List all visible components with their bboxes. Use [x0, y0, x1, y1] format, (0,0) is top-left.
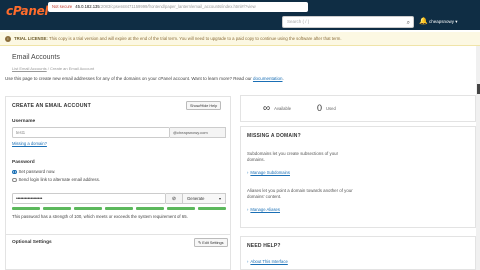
about-interface-link[interactable]: › About This Interface	[247, 259, 288, 264]
available-value: ∞	[263, 103, 271, 114]
top-bar: cPanel Not secure 45.0.182.135:2083/cpses…	[0, 0, 480, 30]
intro-text: Use this page to create new email addres…	[5, 76, 284, 81]
bell-icon[interactable]: 🔔	[419, 17, 428, 25]
radio-selected-icon[interactable]	[12, 169, 17, 175]
documentation-link[interactable]: documentation	[253, 76, 283, 81]
subdomains-text: Subdomains let you create subsections of…	[247, 151, 339, 162]
password-strength-text: This password has a strength of 100, whi…	[12, 214, 188, 219]
stat-available: ∞ Available	[263, 103, 291, 114]
search-placeholder: Search ( / )	[287, 19, 310, 24]
scrollbar-thumb[interactable]	[476, 84, 480, 94]
arrow-right-icon: ›	[247, 259, 249, 264]
url-host: 45.0.182.135	[75, 4, 100, 9]
optional-settings-title: Optional Settings	[12, 240, 52, 245]
stat-used: 0 Used	[317, 103, 336, 113]
divider	[6, 234, 230, 235]
strength-segment	[74, 207, 102, 210]
trial-label: TRIAL LICENSE:	[14, 36, 48, 41]
caret-down-icon: ▾	[218, 196, 221, 201]
user-menu[interactable]: cheapsnowy ▾	[429, 19, 458, 25]
arrow-right-icon: ›	[247, 207, 249, 212]
strength-segment	[105, 207, 133, 210]
generate-label: Generate	[187, 196, 205, 201]
aliases-text: Aliases let you point a domain towards a…	[247, 188, 353, 199]
manage-aliases-link[interactable]: › Manage Aliases	[247, 207, 280, 212]
account-stats: ∞ Available 0 Used	[240, 95, 476, 122]
manage-aliases-label[interactable]: Manage Aliases	[250, 207, 280, 212]
password-strength-meter	[12, 207, 226, 210]
used-label: Used	[326, 105, 336, 111]
card-title: CREATE AN EMAIL ACCOUNT	[12, 103, 91, 109]
radio-send-login-label: Send login link to alternate email addre…	[18, 177, 101, 182]
manage-subdomains-label[interactable]: Manage Subdomains	[250, 170, 290, 175]
trial-banner: i TRIAL LICENSE: This copy is a trial ver…	[0, 32, 480, 46]
intro-end: .	[282, 76, 284, 81]
intro-body: Use this page to create new email addres…	[5, 76, 253, 81]
breadcrumb-list-link[interactable]: List Email Accounts	[12, 66, 47, 71]
radio-set-password-now[interactable]: Set password now.	[12, 169, 56, 175]
used-value: 0	[317, 103, 323, 113]
missing-domain-link[interactable]: Missing a domain?	[12, 141, 47, 146]
missing-domain-title: MISSING A DOMAIN?	[247, 133, 301, 139]
password-label: Password	[12, 160, 35, 165]
username-input[interactable]: test1	[12, 127, 170, 138]
strength-segment	[198, 207, 226, 210]
missing-domain-panel: MISSING A DOMAIN? Subdomains let you cre…	[240, 126, 476, 228]
info-icon: i	[5, 35, 11, 42]
strength-segment	[167, 207, 195, 210]
search-icon[interactable]: ⌕	[407, 18, 410, 28]
url-path: :2083/cpsess8471159999/frontend/paper_la…	[99, 4, 256, 9]
generate-button[interactable]: Generate ▾	[183, 193, 226, 204]
search-input[interactable]: Search ( / ) ⌕	[282, 16, 414, 28]
page-scrollbar[interactable]	[476, 46, 480, 270]
need-help-title: NEED HELP?	[247, 243, 281, 249]
radio-unselected-icon[interactable]	[12, 177, 17, 183]
manage-subdomains-link[interactable]: › Manage Subdomains	[247, 170, 290, 175]
about-interface-label[interactable]: About This Interface	[250, 259, 287, 264]
radio-set-now-label: Set password now.	[18, 169, 56, 174]
trial-text: This copy is a trial version and will ex…	[48, 36, 342, 41]
strength-segment	[136, 207, 164, 210]
cpanel-logo[interactable]: cPanel	[6, 4, 49, 18]
page-title: Email Accounts	[12, 54, 60, 61]
breadcrumb-current: Create an Email Account	[50, 66, 95, 71]
need-help-panel: NEED HELP? › About This Interface	[240, 236, 476, 270]
domain-selector[interactable]: @cheapsnowy.com	[170, 127, 226, 138]
address-bar[interactable]: Not secure 45.0.182.135:2083/cpsess847115…	[48, 2, 308, 12]
eye-slash-icon[interactable]: ⊘	[166, 193, 183, 204]
arrow-right-icon: ›	[247, 170, 249, 175]
password-input[interactable]: ••••••••••••••••••	[12, 193, 166, 204]
show-hide-help-button[interactable]: Show/Hide Help	[186, 101, 222, 110]
breadcrumb: List Email Accounts / Create an Email Ac…	[12, 66, 94, 71]
create-email-card: CREATE AN EMAIL ACCOUNT Show/Hide Help U…	[5, 96, 231, 270]
not-secure-label[interactable]: Not secure	[52, 4, 72, 9]
available-label: Available	[274, 106, 292, 111]
strength-segment	[43, 207, 71, 210]
edit-settings-button[interactable]: ✎ Edit Settings	[194, 238, 228, 247]
radio-send-login-link[interactable]: Send login link to alternate email addre…	[12, 177, 101, 183]
strength-segment	[12, 207, 40, 210]
username-label: Username	[12, 119, 36, 124]
